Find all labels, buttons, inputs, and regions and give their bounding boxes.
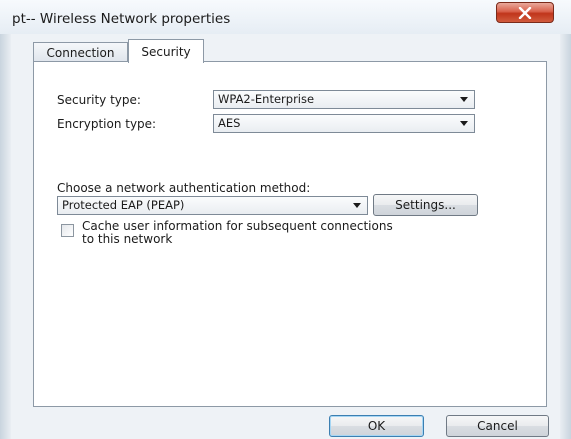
encryption-type-label: Encryption type: bbox=[57, 117, 157, 131]
chevron-down-icon bbox=[460, 121, 468, 126]
close-icon bbox=[518, 6, 532, 19]
auth-method-value: Protected EAP (PEAP) bbox=[62, 198, 185, 212]
tab-security-label: Security bbox=[141, 44, 191, 59]
window-right-frame bbox=[560, 0, 571, 439]
cache-user-info-checkbox[interactable] bbox=[61, 224, 74, 237]
settings-button-label: Settings... bbox=[395, 198, 456, 212]
encryption-type-value: AES bbox=[218, 116, 241, 130]
properties-window: pt-- Wireless Network properties Connect… bbox=[0, 0, 571, 439]
cancel-button[interactable]: Cancel bbox=[446, 415, 549, 437]
close-button[interactable] bbox=[496, 2, 554, 23]
cache-user-info-label-line1: Cache user information for subsequent co… bbox=[82, 219, 393, 233]
chevron-down-icon bbox=[353, 203, 361, 208]
settings-button[interactable]: Settings... bbox=[373, 194, 478, 216]
cancel-button-label: Cancel bbox=[477, 419, 518, 433]
tab-security[interactable]: Security bbox=[128, 39, 204, 63]
title-bar: pt-- Wireless Network properties bbox=[0, 0, 571, 34]
tab-connection-label: Connection bbox=[46, 45, 115, 60]
security-type-label: Security type: bbox=[57, 93, 141, 107]
chevron-down-icon bbox=[460, 97, 468, 102]
security-tab-panel: Security type: WPA2-Enterprise Encryptio… bbox=[33, 61, 547, 407]
encryption-type-select[interactable]: AES bbox=[213, 114, 475, 133]
security-type-value: WPA2-Enterprise bbox=[218, 92, 315, 106]
tab-connection[interactable]: Connection bbox=[33, 42, 128, 62]
ok-button[interactable]: OK bbox=[329, 415, 424, 437]
window-title: pt-- Wireless Network properties bbox=[12, 11, 231, 27]
window-left-frame bbox=[0, 0, 11, 439]
cache-user-info-label-line2: to this network bbox=[82, 232, 173, 246]
auth-method-select[interactable]: Protected EAP (PEAP) bbox=[57, 196, 368, 215]
security-type-select[interactable]: WPA2-Enterprise bbox=[213, 90, 475, 109]
ok-button-label: OK bbox=[367, 419, 386, 433]
auth-method-label: Choose a network authentication method: bbox=[57, 181, 311, 195]
